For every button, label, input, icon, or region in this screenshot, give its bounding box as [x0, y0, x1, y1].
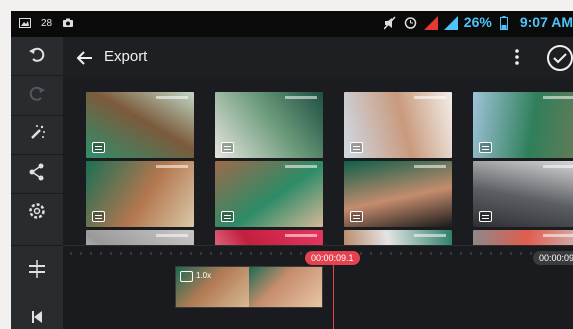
signal-icon: [423, 16, 438, 30]
video-thumbnail[interactable]: [473, 161, 573, 227]
skip-to-start-icon: [29, 309, 45, 329]
notification-count: 28: [41, 17, 53, 29]
split-timeline-icon: [27, 259, 47, 284]
video-thumbnail[interactable]: [344, 92, 452, 158]
video-thumbnail[interactable]: [473, 92, 573, 158]
back-button[interactable]: [75, 48, 95, 68]
watermark: [285, 165, 317, 168]
more-vert-icon: [515, 49, 519, 65]
watermark: [285, 96, 317, 99]
battery-icon: [499, 16, 512, 30]
watermark: [414, 96, 446, 99]
redo-icon: [27, 83, 47, 108]
effects-button[interactable]: [11, 116, 63, 154]
device-screen: 28 26% 9:07 AM Export 00:00:09.1 00:00:0…: [11, 11, 573, 329]
check-circle-icon: [547, 45, 573, 71]
video-thumbnail[interactable]: [215, 92, 323, 158]
current-timecode: 00:00:09.1: [305, 251, 360, 265]
undo-button[interactable]: [11, 37, 63, 75]
watermark: [543, 96, 573, 99]
alarm-icon: [404, 16, 417, 29]
video-clip-icon: [92, 142, 105, 153]
watermark: [414, 234, 446, 237]
video-clip-icon: [221, 142, 234, 153]
clip-icon: [180, 271, 193, 282]
share-button[interactable]: [11, 155, 63, 193]
video-thumbnail[interactable]: [344, 230, 452, 245]
video-clip[interactable]: 1.0x: [175, 266, 323, 308]
watermark: [543, 165, 573, 168]
video-clip-icon: [350, 142, 363, 153]
video-clip-icon: [479, 211, 492, 222]
status-left: 28: [19, 17, 74, 29]
watermark: [156, 234, 188, 237]
video-clip-icon: [479, 142, 492, 153]
back-arrow-icon: [76, 51, 92, 65]
clock: 9:07 AM: [519, 14, 573, 30]
camera-icon: [62, 17, 74, 29]
gallery-icon: [19, 17, 31, 29]
video-thumbnail[interactable]: [86, 161, 194, 227]
settings-icon: [27, 201, 47, 226]
timeline[interactable]: 00:00:09.1 00:00:09.17 1.0x: [63, 245, 573, 329]
video-clip-icon: [221, 211, 234, 222]
watermark: [156, 165, 188, 168]
video-thumbnail[interactable]: [86, 230, 194, 245]
battery-percentage: 26%: [463, 14, 492, 30]
video-clip-icon: [92, 211, 105, 222]
video-thumbnail[interactable]: [86, 92, 194, 158]
media-grid: [63, 79, 573, 245]
left-toolbar: [11, 37, 63, 329]
page-title: Export: [104, 48, 148, 65]
watermark: [414, 165, 446, 168]
confirm-button[interactable]: [545, 43, 573, 73]
video-thumbnail[interactable]: [215, 161, 323, 227]
magic-wand-icon: [27, 123, 47, 148]
more-options-button[interactable]: [511, 46, 523, 68]
redo-button[interactable]: [11, 76, 63, 114]
watermark: [156, 96, 188, 99]
playhead[interactable]: [333, 265, 334, 329]
undo-icon: [27, 44, 47, 69]
split-button[interactable]: [11, 252, 63, 290]
clip-speed-label: 1.0x: [196, 271, 212, 280]
app-header: Export: [63, 37, 573, 79]
mute-icon: [383, 16, 396, 30]
clip-frame: [249, 267, 322, 307]
skip-to-start-button[interactable]: [11, 300, 63, 329]
status-right: 26% 9:07 AM: [383, 14, 573, 30]
rail-divider: [11, 245, 63, 246]
clip-frame: 1.0x: [176, 267, 249, 307]
status-bar: 28 26% 9:07 AM: [11, 11, 573, 37]
end-timecode: 00:00:09.17: [533, 251, 573, 265]
watermark: [285, 234, 317, 237]
signal-icon: [443, 16, 458, 30]
video-thumbnail[interactable]: [344, 161, 452, 227]
share-icon: [27, 162, 47, 187]
video-thumbnail[interactable]: [215, 230, 323, 245]
watermark: [543, 234, 573, 237]
video-clip-icon: [350, 211, 363, 222]
settings-button[interactable]: [11, 194, 63, 232]
video-thumbnail[interactable]: [473, 230, 573, 245]
